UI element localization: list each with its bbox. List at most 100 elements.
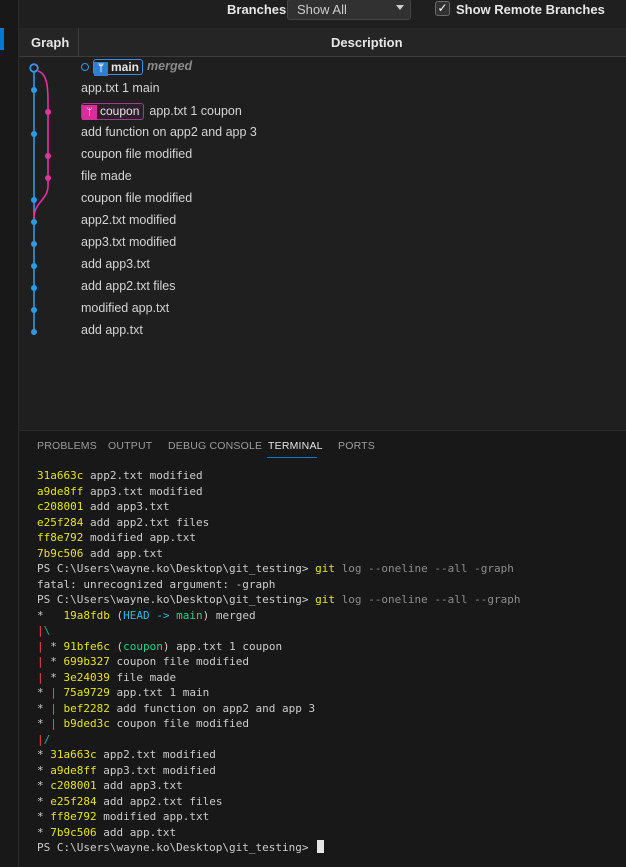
branch-icon: ᛘ bbox=[82, 105, 97, 120]
commit-row[interactable]: add app3.txt bbox=[81, 257, 150, 277]
commit-row[interactable]: app3.txt modified bbox=[81, 235, 176, 255]
graph-table-header: Graph Description bbox=[19, 28, 626, 57]
terminal-prompt: PS C:\Users\wayne.ko\Desktop\git_testing… bbox=[37, 841, 309, 854]
show-remote-branches-label: Show Remote Branches bbox=[456, 2, 605, 17]
terminal-args: log --oneline --all -graph bbox=[341, 562, 514, 575]
commit-node[interactable] bbox=[31, 307, 37, 313]
terminal-line: e25f284 add app2.txt files bbox=[37, 515, 209, 530]
commit-node[interactable] bbox=[45, 175, 51, 181]
commit-hash: 3e24039 bbox=[63, 670, 110, 684]
commit-message: app2.txt modified bbox=[81, 213, 177, 227]
branches-dropdown[interactable]: Show All bbox=[287, 0, 411, 20]
commit-hash: a9de8ff bbox=[50, 763, 97, 777]
commit-message: add app3.txt bbox=[81, 257, 150, 271]
terminal-text: * bbox=[37, 810, 51, 823]
terminal-command: git bbox=[315, 593, 336, 606]
commit-node[interactable] bbox=[31, 285, 37, 291]
terminal-text: * bbox=[43, 639, 64, 653]
head-arrow: -> bbox=[156, 608, 170, 622]
commit-row[interactable]: app2.txt modified bbox=[81, 213, 176, 233]
column-divider[interactable] bbox=[78, 28, 79, 56]
head-ref: HEAD bbox=[123, 608, 150, 622]
commit-node[interactable] bbox=[31, 131, 37, 137]
commit-hash: c208001 bbox=[50, 779, 97, 792]
tab-ports[interactable]: PORTS bbox=[338, 440, 375, 452]
terminal-text: * bbox=[37, 794, 51, 808]
terminal-cursor bbox=[317, 840, 325, 853]
commit-message: app.txt 1 main bbox=[116, 686, 210, 699]
terminal-text: ( bbox=[109, 639, 124, 653]
graph-column-header[interactable]: Graph bbox=[31, 35, 69, 50]
commit-row[interactable]: modified app.txt bbox=[81, 301, 169, 321]
commit-hash: b9ded3c bbox=[63, 717, 110, 730]
graph-toolbar: Branches: Show All ✓ Show Remote Branche… bbox=[19, 0, 626, 27]
tab-debug-console[interactable]: DEBUG CONSOLE bbox=[168, 440, 262, 452]
commit-message: app2.txt modified bbox=[103, 748, 216, 761]
commit-row[interactable]: ᛘ main merged bbox=[81, 59, 192, 79]
terminal-text: * bbox=[37, 779, 51, 792]
commit-hash: a9de8ff bbox=[37, 484, 84, 498]
commit-node[interactable] bbox=[31, 219, 37, 225]
tab-output[interactable]: OUTPUT bbox=[108, 440, 152, 452]
commit-row[interactable]: coupon file modified bbox=[81, 147, 192, 167]
branch-badge-main[interactable]: ᛘ main bbox=[93, 59, 144, 76]
branch-badge-coupon[interactable]: ᛘ coupon bbox=[81, 103, 145, 120]
commit-message: app3.txt modified bbox=[103, 763, 216, 777]
commit-hash: bef2282 bbox=[63, 701, 110, 715]
commit-row[interactable]: add app.txt bbox=[81, 323, 143, 343]
commit-message: add app.txt bbox=[103, 825, 177, 839]
terminal-line: * | bef2282 add function on app2 and app… bbox=[37, 701, 315, 716]
commit-node[interactable] bbox=[31, 241, 37, 247]
commit-row[interactable]: add function on app2 and app 3 bbox=[81, 125, 257, 145]
terminal-line: |/ bbox=[37, 732, 50, 747]
commit-node[interactable] bbox=[31, 197, 37, 203]
commit-hash: c208001 bbox=[37, 500, 84, 513]
commit-graph: ᛘ main merged app.txt 1 main ᛘ coupon app.txt … bbox=[19, 57, 626, 429]
commit-node[interactable] bbox=[31, 263, 37, 269]
commit-message: app3.txt modified bbox=[81, 235, 177, 249]
commit-node[interactable] bbox=[31, 329, 37, 335]
terminal-text: ) bbox=[202, 608, 216, 622]
terminal-line: PS C:\Users\wayne.ko\Desktop\git_testing… bbox=[37, 840, 325, 855]
commit-row[interactable]: app.txt 1 main bbox=[81, 81, 160, 101]
commit-node[interactable] bbox=[31, 87, 37, 93]
commit-message: add function on app2 and app 3 bbox=[81, 125, 257, 139]
terminal-line: a9de8ff app3.txt modified bbox=[37, 484, 203, 499]
commit-message: app.txt 1 coupon bbox=[149, 103, 242, 118]
commit-row[interactable]: add app2.txt files bbox=[81, 279, 176, 299]
terminal-line: * e25f284 add app2.txt files bbox=[37, 794, 222, 809]
terminal-line: * c208001 add app3.txt bbox=[37, 778, 183, 793]
commit-node[interactable] bbox=[45, 109, 51, 115]
terminal-text: * bbox=[37, 748, 51, 761]
commit-row[interactable]: file made bbox=[81, 169, 132, 189]
description-column-header[interactable]: Description bbox=[331, 35, 403, 50]
terminal[interactable]: 31a663c app2.txt modified a9de8ff app3.tx… bbox=[19, 461, 626, 867]
commit-hash: 31a663c bbox=[37, 469, 84, 482]
commit-message: coupon file modified bbox=[81, 191, 193, 205]
terminal-text: | bbox=[50, 686, 57, 699]
tab-problems[interactable]: PROBLEMS bbox=[37, 440, 97, 452]
terminal-text: | bbox=[37, 670, 44, 684]
terminal-line: |\ bbox=[37, 623, 50, 638]
commit-hash: 91bfe6c bbox=[63, 639, 110, 653]
commit-node[interactable] bbox=[45, 153, 51, 159]
commit-hash: 19a8fdb bbox=[63, 608, 110, 622]
tab-terminal[interactable]: TERMINAL bbox=[268, 440, 323, 452]
commit-row[interactable]: coupon file modified bbox=[81, 191, 192, 211]
terminal-args: log --oneline --all --graph bbox=[341, 593, 521, 606]
terminal-text: / bbox=[43, 732, 51, 746]
terminal-line: * | b9ded3c coupon file modified bbox=[37, 716, 249, 731]
terminal-line: PS C:\Users\wayne.ko\Desktop\git_testing… bbox=[37, 592, 520, 607]
terminal-line: ff8e792 modified app.txt bbox=[37, 530, 196, 545]
commit-hash: 699b327 bbox=[63, 655, 110, 668]
terminal-line: 31a663c app2.txt modified bbox=[37, 468, 203, 483]
terminal-line: * a9de8ff app3.txt modified bbox=[37, 763, 216, 778]
commit-message: add app.txt bbox=[89, 546, 163, 560]
terminal-text: ( bbox=[109, 608, 124, 622]
terminal-prompt: PS C:\Users\wayne.ko\Desktop\git_testing… bbox=[37, 562, 309, 575]
commit-row[interactable]: ᛘ coupon app.txt 1 coupon bbox=[81, 103, 242, 123]
show-remote-branches-checkbox[interactable]: ✓ bbox=[435, 1, 450, 16]
merge-commit-node[interactable] bbox=[29, 63, 39, 73]
